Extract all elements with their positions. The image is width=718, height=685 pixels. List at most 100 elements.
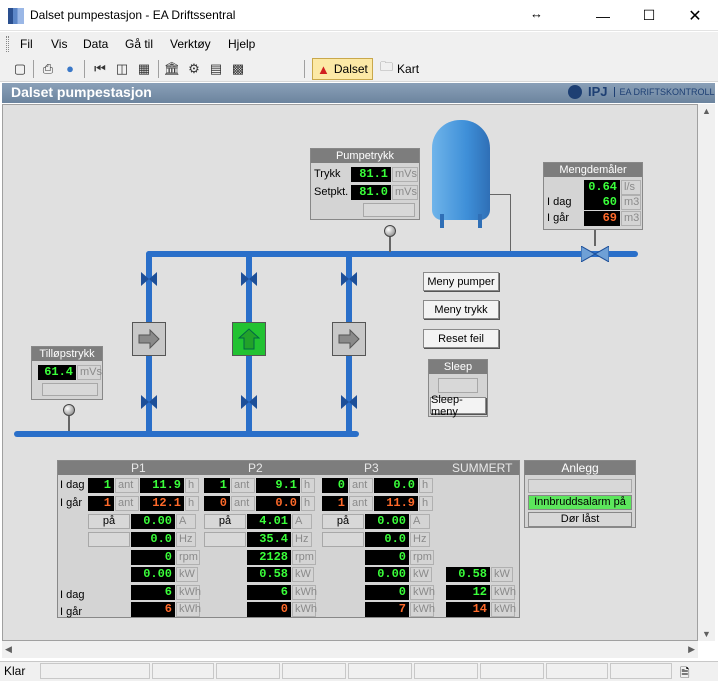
mengde-igar-unit: m3 — [621, 211, 641, 226]
p1-empty — [88, 532, 130, 547]
unit-kW: kW — [176, 567, 198, 582]
print-icon[interactable]: ⎙ — [38, 59, 58, 78]
status-cell — [152, 663, 214, 679]
pump-2[interactable] — [232, 322, 266, 356]
globe-icon[interactable]: ● — [60, 59, 80, 78]
document-icon: 🗎 — [680, 666, 690, 680]
close-button[interactable]: ✕ — [672, 0, 718, 31]
menu-hjelp[interactable]: Hjelp — [228, 37, 255, 51]
header-p2: P2 — [248, 461, 263, 475]
app-icon — [8, 8, 24, 24]
unit-ant: ant — [115, 496, 139, 511]
p2-idag-h: 9.1 — [256, 478, 300, 493]
menu-vis[interactable]: Vis — [51, 37, 67, 51]
meny-pumper-button[interactable]: Meny pumper — [423, 272, 499, 291]
tab-dalset[interactable]: ▲ Dalset — [312, 58, 373, 80]
scroll-right-icon[interactable]: ▶ — [688, 644, 695, 655]
tillop-value: 61.4 — [38, 365, 76, 380]
columns-icon[interactable]: ◫ — [112, 59, 132, 78]
tab-kart[interactable]: 🗀 Kart — [376, 58, 423, 80]
p1-igar-ant: 1 — [88, 496, 114, 511]
scroll-up-icon[interactable]: ▲ — [702, 106, 711, 116]
p3-pa: på — [322, 514, 364, 529]
pressure-pipe — [146, 251, 638, 257]
scroll-left-icon[interactable]: ◀ — [5, 644, 12, 655]
tillopstrykk-title: Tilløpstrykk — [32, 347, 102, 361]
tab-kart-label: Kart — [397, 62, 420, 76]
reset-feil-button[interactable]: Reset feil — [423, 329, 499, 348]
innbruddsalarm-status: Innbruddsalarm på — [528, 495, 632, 510]
p2-rpm: 2128 — [247, 550, 291, 565]
sleep-meny-button[interactable]: Sleep-meny — [430, 394, 486, 418]
unit-kW: kW — [410, 567, 432, 582]
meter-line — [594, 230, 596, 246]
page-title: Dalset pumpestasjon — [11, 84, 152, 100]
chart-icon[interactable]: ▤ — [206, 59, 226, 78]
scroll-down-icon[interactable]: ▼ — [702, 629, 711, 639]
meny-trykk-button[interactable]: Meny trykk — [423, 300, 499, 319]
anlegg-panel: Anlegg Innbruddsalarm på Dør låst — [524, 460, 636, 528]
row-label-idag: I dag — [60, 479, 85, 491]
vertical-scrollbar[interactable]: ▲ ▼ — [698, 104, 715, 641]
resize-arrows-icon: ↔ — [530, 6, 543, 21]
valve-icon — [141, 272, 157, 286]
pump-1[interactable] — [132, 322, 166, 356]
menu-fil[interactable]: Fil — [20, 37, 33, 51]
valve-icon — [241, 395, 257, 409]
tillopstrykk-panel: Tilløpstrykk 61.4 mVs — [31, 346, 103, 400]
inlet-gauge-icon — [63, 404, 75, 416]
monitor-icon[interactable]: ▩ — [228, 59, 248, 78]
status-cell — [546, 663, 608, 679]
unit-Hz: Hz — [176, 532, 196, 547]
building-icon[interactable]: 🏛 — [162, 59, 182, 78]
arrow-right-icon — [338, 329, 360, 349]
tank-leg — [478, 214, 482, 228]
mengdemaler-title: Mengdemåler — [544, 163, 642, 177]
p1-idag-h: 11.9 — [140, 478, 184, 493]
trykk-value: 81.1 — [351, 167, 391, 182]
flow-unit: l/s — [621, 180, 641, 195]
p2-ampere: 4.01 — [247, 514, 291, 529]
unit-rpm: rpm — [176, 550, 200, 565]
unit-ant: ant — [231, 478, 255, 493]
unit-kWh: kWh — [491, 602, 516, 617]
tab-dalset-label: Dalset — [333, 62, 368, 76]
p1-kwh-idag: 6 — [131, 585, 175, 600]
logo-brand: IPJ — [588, 84, 608, 99]
pump-data-table: P1 P2 P3 SUMMERT I dag I går I dag I går… — [57, 460, 520, 618]
minimize-button[interactable]: — — [580, 0, 626, 31]
horizontal-scrollbar[interactable]: ◀ ▶ — [2, 641, 698, 658]
new-window-icon[interactable]: ▢ — [10, 59, 30, 78]
tank-line — [510, 194, 511, 252]
valve-icon — [341, 272, 357, 286]
mengde-igar-value: 69 — [584, 211, 620, 226]
p3-igar-ant: 1 — [322, 496, 348, 511]
header-summert: SUMMERT — [452, 461, 513, 475]
setpkt-value[interactable]: 81.0 — [351, 185, 391, 200]
first-page-icon[interactable]: ⏮ — [90, 59, 110, 78]
p3-kw: 0.00 — [365, 567, 409, 582]
unit-kWh: kWh — [176, 585, 201, 600]
header-p3: P3 — [364, 461, 379, 475]
maximize-button[interactable]: ☐ — [626, 0, 672, 31]
menu-data[interactable]: Data — [83, 37, 108, 51]
p2-pa: på — [204, 514, 246, 529]
settings-icon[interactable]: ⚙ — [184, 59, 204, 78]
p3-idag-h: 0.0 — [374, 478, 418, 493]
menu-ga-til[interactable]: Gå til — [125, 37, 153, 51]
mengde-idag-unit: m3 — [621, 195, 641, 210]
unit-kWh: kWh — [491, 585, 516, 600]
menu-verktoy[interactable]: Verktøy — [170, 37, 211, 51]
row-label-kwh-idag: I dag — [60, 589, 85, 601]
gauge-line — [68, 416, 70, 431]
pump-3[interactable] — [332, 322, 366, 356]
folder-icon: 🗀 — [380, 59, 394, 74]
p3-kwh-igar: 7 — [365, 602, 409, 617]
p2-kwh-igar: 0 — [247, 602, 291, 617]
sleep-status-field — [438, 378, 478, 393]
suction-pipe — [14, 431, 359, 437]
flow-value: 0.64 — [584, 180, 620, 195]
trykk-unit: mVs — [392, 167, 418, 182]
grid-icon[interactable]: ▦ — [134, 59, 154, 78]
unit-kWh: kWh — [410, 602, 435, 617]
